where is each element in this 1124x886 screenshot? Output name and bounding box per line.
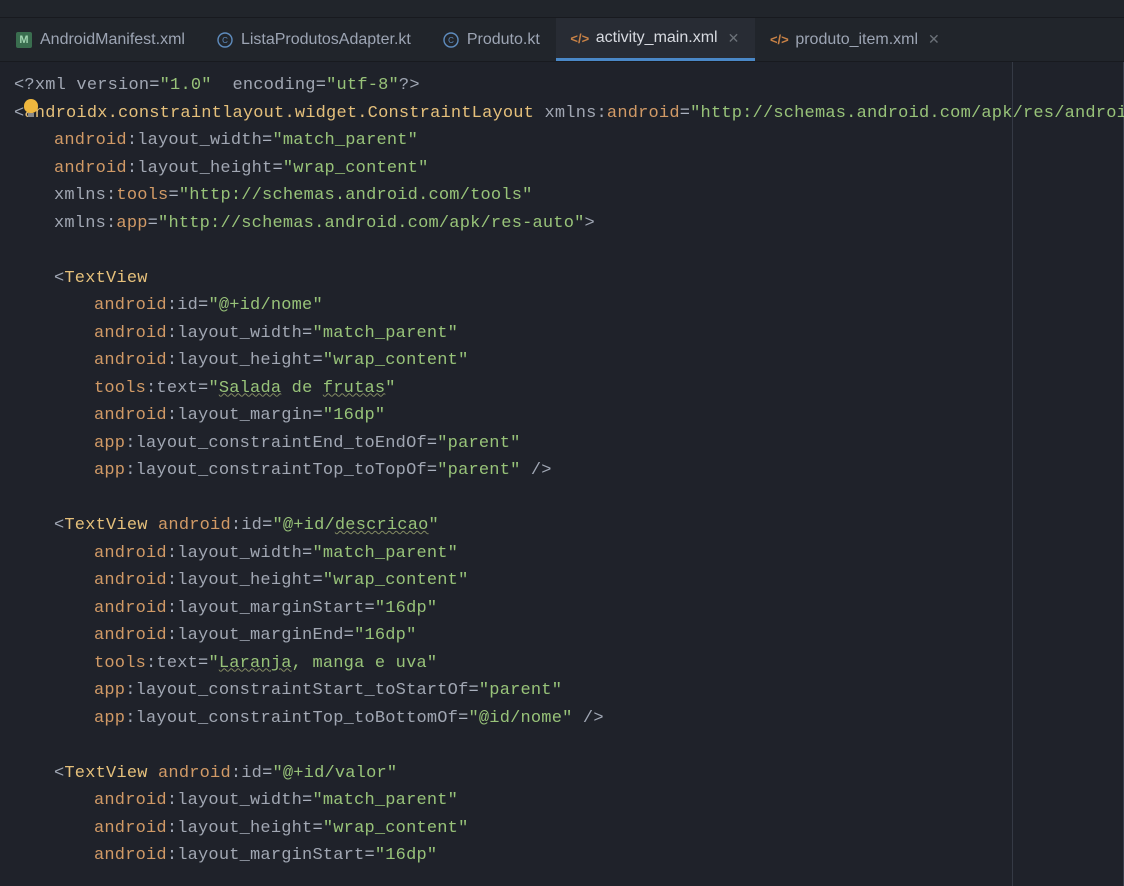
manifest-icon: M: [16, 32, 32, 48]
kotlin-icon: C: [217, 32, 233, 48]
tab-lista-produtos-adapter[interactable]: C ListaProdutosAdapter.kt: [201, 18, 427, 61]
intention-bulb-icon[interactable]: [24, 99, 38, 113]
tab-label: ListaProdutosAdapter.kt: [241, 31, 411, 49]
xml-icon: </>: [771, 32, 787, 48]
tab-android-manifest[interactable]: M AndroidManifest.xml: [0, 18, 201, 61]
close-icon[interactable]: ✕: [728, 30, 740, 47]
close-icon[interactable]: ✕: [928, 31, 940, 48]
tab-activity-main[interactable]: </> activity_main.xml ✕: [556, 18, 756, 61]
tab-produto-item[interactable]: </> produto_item.xml ✕: [755, 18, 955, 61]
svg-text:C: C: [448, 36, 454, 45]
xml-icon: </>: [572, 30, 588, 46]
tab-produto[interactable]: C Produto.kt: [427, 18, 556, 61]
margin-guide: [1012, 62, 1013, 886]
tab-label: produto_item.xml: [795, 31, 918, 49]
editor-tabs: M AndroidManifest.xml C ListaProdutosAda…: [0, 18, 1124, 62]
kotlin-icon: C: [443, 32, 459, 48]
code-editor[interactable]: <?xml version="1.0" encoding="utf-8"?> <…: [0, 62, 1124, 886]
title-bar: [0, 0, 1124, 18]
svg-text:C: C: [222, 36, 228, 45]
tab-label: activity_main.xml: [596, 29, 718, 47]
tab-label: Produto.kt: [467, 31, 540, 49]
tab-label: AndroidManifest.xml: [40, 31, 185, 49]
